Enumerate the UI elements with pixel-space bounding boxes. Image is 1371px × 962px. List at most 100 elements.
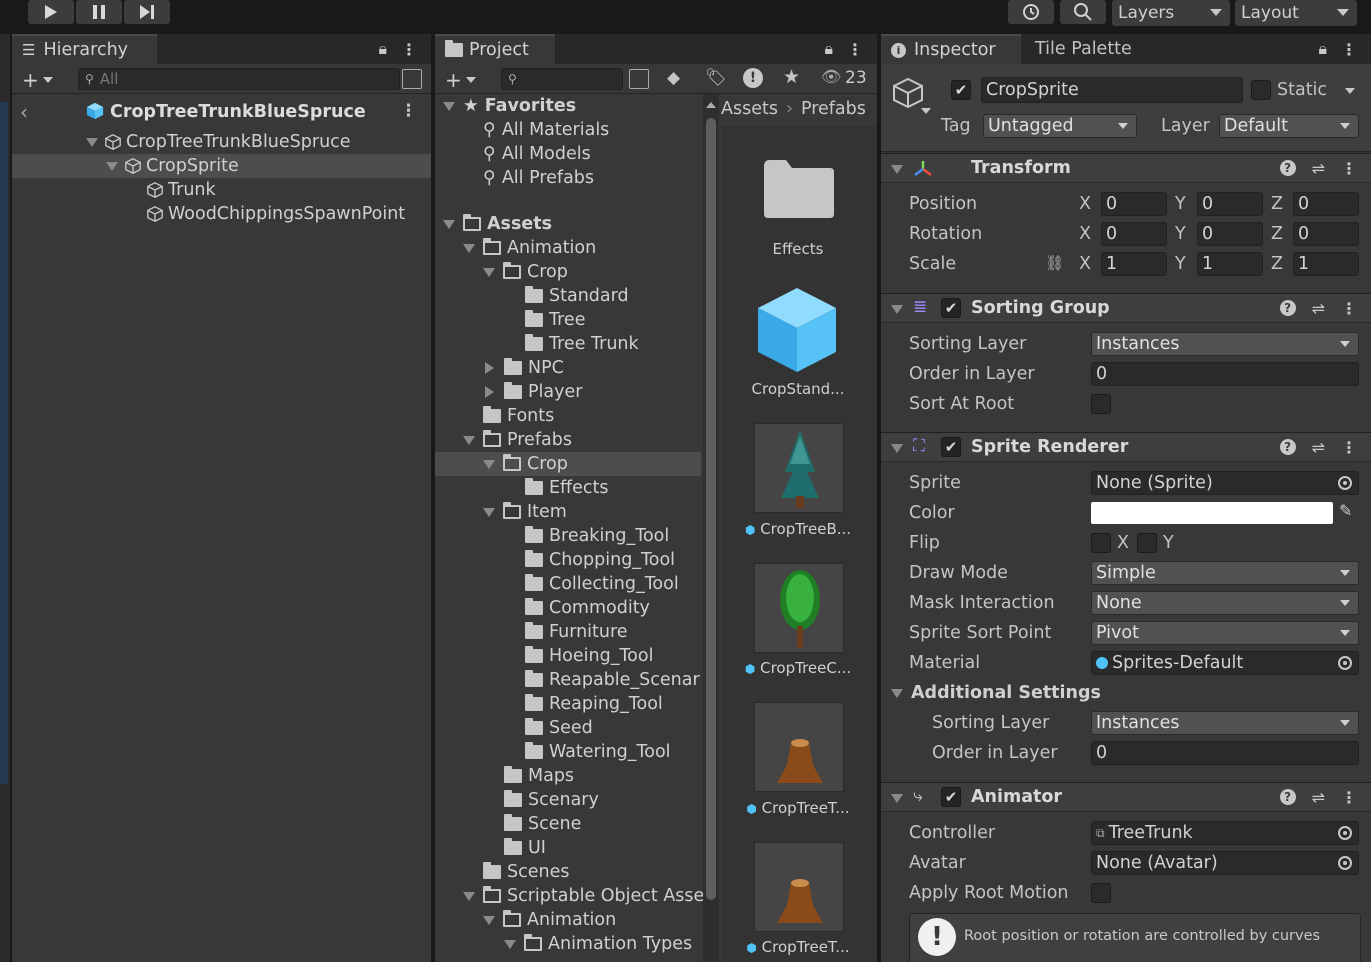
- folder-item[interactable]: Hoeing_Tool: [525, 644, 653, 668]
- object-picker-icon[interactable]: [1338, 826, 1352, 840]
- expand-arrow-icon[interactable]: [86, 137, 98, 147]
- expand-arrow-icon[interactable]: [891, 444, 903, 453]
- folder-item[interactable]: Prefabs: [463, 428, 572, 452]
- visibility-icon[interactable]: 👁︎: [821, 67, 841, 86]
- folder-item[interactable]: UI: [504, 836, 546, 860]
- eyedropper-icon[interactable]: ✎: [1339, 501, 1352, 520]
- folder-item[interactable]: Animation: [463, 236, 596, 260]
- label-tag-icon[interactable]: 🏷︎: [705, 68, 727, 88]
- more-menu-icon[interactable]: ⋮: [1341, 788, 1357, 807]
- sorting-group-header[interactable]: ≣ ✔ Sorting Group ? ⇌ ⋮: [881, 293, 1371, 323]
- presets-icon[interactable]: ⇌: [1312, 299, 1325, 318]
- expand-arrow-icon[interactable]: [891, 165, 903, 174]
- history-button[interactable]: [1008, 0, 1054, 24]
- folder-item[interactable]: Reapable_Scenar: [525, 668, 700, 692]
- folder-item[interactable]: Player: [485, 380, 582, 404]
- tag-dropdown[interactable]: Untagged: [983, 114, 1137, 138]
- static-checkbox[interactable]: [1251, 80, 1271, 100]
- folder-item[interactable]: NPC: [485, 356, 564, 380]
- expand-arrow-icon[interactable]: [483, 267, 495, 277]
- folder-item[interactable]: Effects: [525, 476, 608, 500]
- breadcrumb-prefabs[interactable]: Prefabs: [801, 99, 866, 119]
- hierarchy-item-root[interactable]: CropTreeTrunkBlueSpruce: [86, 130, 351, 154]
- expand-arrow-icon[interactable]: [891, 305, 903, 314]
- gameobject-icon[interactable]: [891, 76, 925, 112]
- help-icon[interactable]: ?: [1279, 439, 1296, 455]
- asset-thumbnail-bluespruce[interactable]: [754, 423, 844, 513]
- help-icon[interactable]: ?: [1279, 300, 1296, 316]
- sort-at-root-checkbox[interactable]: [1091, 394, 1111, 414]
- sprite-object-field[interactable]: None (Sprite): [1091, 471, 1359, 495]
- favorite-item[interactable]: ⚲ All Materials: [483, 118, 609, 142]
- tab-hierarchy[interactable]: ☰ Hierarchy: [12, 34, 157, 64]
- folder-item[interactable]: Scenes: [483, 860, 569, 884]
- lock-icon[interactable]: 🔒︎: [1318, 39, 1327, 59]
- order-in-layer-field[interactable]: 0: [1091, 362, 1359, 386]
- sorting-group-enabled-checkbox[interactable]: ✔: [941, 298, 961, 318]
- asset-thumbnail-trunk-1[interactable]: [754, 702, 844, 792]
- sorting-layer-dropdown[interactable]: Instances: [1091, 332, 1359, 356]
- folder-item[interactable]: Breaking_Tool: [525, 524, 669, 548]
- folder-item[interactable]: Standard: [525, 284, 629, 308]
- add-sorting-layer-dropdown[interactable]: Instances: [1091, 711, 1359, 735]
- presets-icon[interactable]: ⇌: [1312, 159, 1325, 178]
- object-picker-icon[interactable]: [1338, 656, 1352, 670]
- flip-y-checkbox[interactable]: [1137, 533, 1157, 553]
- folder-item[interactable]: Seed: [525, 716, 593, 740]
- favorite-item[interactable]: ⚲ All Prefabs: [483, 166, 594, 190]
- back-arrow-icon[interactable]: ‹: [20, 100, 28, 124]
- more-menu-icon[interactable]: ⋮: [847, 40, 863, 59]
- transform-header[interactable]: Transform ? ⇌ ⋮: [881, 153, 1371, 183]
- hierarchy-item-cropsprite[interactable]: CropSprite: [106, 154, 239, 178]
- create-button[interactable]: +: [445, 68, 476, 92]
- collapse-arrow-icon[interactable]: [485, 362, 494, 374]
- color-swatch[interactable]: [1091, 502, 1333, 524]
- more-menu-icon[interactable]: ⋮: [1341, 159, 1357, 178]
- apply-root-motion-checkbox[interactable]: [1091, 883, 1111, 903]
- folder-item[interactable]: Scenary: [504, 788, 599, 812]
- animator-header[interactable]: ⤷ ✔ Animator ? ⇌ ⋮: [881, 782, 1371, 812]
- sprite-sort-point-dropdown[interactable]: Pivot: [1091, 621, 1359, 645]
- more-menu-icon[interactable]: ⋮: [401, 40, 417, 59]
- sprite-renderer-header[interactable]: ⛶ ✔ Sprite Renderer ? ⇌ ⋮: [881, 432, 1371, 462]
- object-name-field[interactable]: CropSprite: [981, 77, 1243, 103]
- presets-icon[interactable]: ⇌: [1312, 438, 1325, 457]
- asset-thumbnail-trunk-2[interactable]: [754, 842, 844, 932]
- asset-thumbnail-crop-tree[interactable]: [754, 563, 844, 653]
- scroll-up-arrow-icon[interactable]: [706, 102, 716, 108]
- rotation-z-field[interactable]: 0: [1293, 222, 1359, 246]
- filter-type-icon[interactable]: ◆: [667, 68, 680, 88]
- play-button[interactable]: [28, 0, 74, 24]
- object-picker-icon[interactable]: [1338, 856, 1352, 870]
- expand-arrow-icon[interactable]: [443, 219, 455, 229]
- flip-x-checkbox[interactable]: [1091, 533, 1111, 553]
- help-icon[interactable]: ?: [1279, 789, 1296, 805]
- folder-item[interactable]: Tree Trunk: [525, 332, 639, 356]
- more-menu-icon[interactable]: ⋮: [400, 101, 417, 121]
- expand-arrow-icon[interactable]: [504, 939, 516, 949]
- folder-item[interactable]: Scene: [504, 812, 581, 836]
- folder-item[interactable]: Watering_Tool: [525, 740, 671, 764]
- pause-button[interactable]: [76, 0, 122, 24]
- scale-y-field[interactable]: 1: [1197, 252, 1263, 276]
- rotation-x-field[interactable]: 0: [1101, 222, 1167, 246]
- folder-item[interactable]: Maps: [504, 764, 574, 788]
- more-menu-icon[interactable]: ⋮: [1341, 299, 1357, 318]
- position-y-field[interactable]: 0: [1197, 192, 1263, 216]
- expand-arrow-icon[interactable]: [463, 891, 475, 901]
- layout-dropdown[interactable]: Layout: [1235, 0, 1357, 26]
- active-checkbox[interactable]: ✔: [951, 80, 971, 100]
- hierarchy-item-trunk[interactable]: Trunk: [146, 178, 216, 202]
- material-object-field[interactable]: Sprites-Default: [1091, 651, 1359, 675]
- folder-item[interactable]: Chopping_Tool: [525, 548, 675, 572]
- expand-arrow-icon[interactable]: [483, 507, 495, 517]
- expand-arrow-icon[interactable]: [891, 689, 903, 698]
- expand-arrow-icon[interactable]: [106, 161, 118, 171]
- asset-cropstandard-prefab[interactable]: [752, 284, 842, 374]
- position-z-field[interactable]: 0: [1293, 192, 1359, 216]
- chevron-down-icon[interactable]: [1345, 88, 1355, 94]
- sprite-renderer-enabled-checkbox[interactable]: ✔: [941, 437, 961, 457]
- folder-item[interactable]: Animation Types: [504, 932, 692, 956]
- warning-icon[interactable]: !: [743, 68, 763, 88]
- create-button[interactable]: +: [22, 68, 53, 92]
